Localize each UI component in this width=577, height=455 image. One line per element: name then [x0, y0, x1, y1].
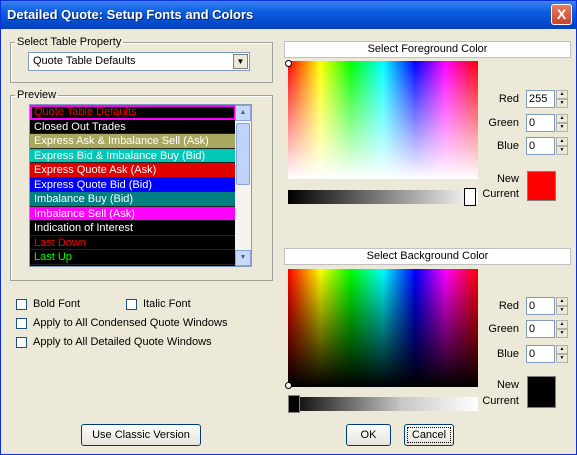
preview-list-item[interactable]: Express Quote Bid (Bid) [30, 177, 236, 192]
spin-down-icon[interactable]: ▼ [556, 123, 568, 132]
spin-down-icon[interactable]: ▼ [556, 306, 568, 315]
table-property-value: Quote Table Defaults [33, 55, 136, 67]
title-bar[interactable]: Detailed Quote: Setup Fonts and Colors X [1, 1, 576, 29]
fg-red-stepper[interactable]: 255 ▲ ▼ [526, 90, 568, 108]
spin-up-icon[interactable]: ▲ [556, 345, 568, 354]
spin-down-icon[interactable]: ▼ [556, 329, 568, 338]
cancel-button[interactable]: Cancel [404, 424, 454, 446]
spin-down-icon[interactable]: ▼ [556, 146, 568, 155]
bg-green-input[interactable]: 0 [526, 320, 555, 338]
spin-up-icon[interactable]: ▲ [556, 114, 568, 123]
chevron-down-icon[interactable]: ▼ [233, 54, 248, 69]
background-luminance-bar[interactable] [288, 397, 478, 411]
bg-blue-label: Blue [496, 348, 519, 360]
foreground-color-spectrum[interactable] [288, 61, 478, 179]
preview-scrollbar[interactable]: ▲ ▼ [235, 105, 251, 266]
fg-new-label: New [496, 173, 519, 185]
spin-up-icon[interactable]: ▲ [556, 320, 568, 329]
window-title: Detailed Quote: Setup Fonts and Colors [7, 7, 254, 22]
italic-font-checkbox[interactable] [126, 299, 137, 310]
table-property-select[interactable]: Quote Table Defaults ▼ [28, 52, 250, 71]
bold-font-label: Bold Font [33, 298, 81, 310]
preview-listbox[interactable]: Quote Table Defaults Closed Out Trades Exp… [29, 104, 252, 267]
spin-up-icon[interactable]: ▲ [556, 137, 568, 146]
background-picker-marker[interactable] [285, 382, 292, 389]
spin-up-icon[interactable]: ▲ [556, 90, 568, 99]
foreground-picker-marker[interactable] [285, 60, 292, 67]
preview-list-item[interactable]: Imbalance Sell (Ask) [30, 206, 236, 221]
fg-current-label: Current [482, 188, 519, 200]
foreground-luminance-bar[interactable] [288, 190, 478, 204]
fg-green-input[interactable]: 0 [526, 114, 555, 132]
preview-list-item[interactable]: Express Bid & Imbalance Buy (Bid) [30, 148, 236, 163]
italic-font-label: Italic Font [143, 298, 191, 310]
background-color-spectrum[interactable] [288, 269, 478, 387]
background-heading: Select Background Color [284, 248, 571, 265]
bg-green-label: Green [488, 323, 519, 335]
table-property-legend: Select Table Property [17, 36, 122, 48]
preview-list: Quote Table Defaults Closed Out Trades Exp… [30, 105, 236, 265]
bg-green-stepper[interactable]: 0 ▲ ▼ [526, 320, 568, 338]
scroll-down-icon[interactable]: ▼ [235, 250, 251, 266]
scroll-thumb[interactable] [236, 123, 250, 185]
fg-blue-label: Blue [496, 140, 519, 152]
bg-current-label: Current [482, 395, 519, 407]
bold-font-checkbox[interactable] [16, 299, 27, 310]
preview-list-item[interactable]: Indication of Interest [30, 221, 236, 236]
bg-red-stepper[interactable]: 0 ▲ ▼ [526, 297, 568, 315]
close-button[interactable]: X [551, 4, 572, 25]
preview-list-item[interactable]: Closed Out Trades [30, 119, 236, 134]
preview-list-item[interactable]: Quote Table Defaults [30, 105, 236, 120]
close-icon: X [556, 6, 567, 22]
spin-down-icon[interactable]: ▼ [556, 99, 568, 108]
preview-list-item[interactable]: Express Ask & Imbalance Sell (Ask) [30, 134, 236, 149]
preview-list-item[interactable]: Last Up [30, 250, 236, 265]
foreground-heading: Select Foreground Color [284, 41, 571, 58]
fg-red-input[interactable]: 255 [526, 90, 555, 108]
apply-condensed-checkbox[interactable] [16, 318, 27, 329]
bg-new-label: New [496, 379, 519, 391]
fg-blue-input[interactable]: 0 [526, 137, 555, 155]
apply-condensed-label: Apply to All Condensed Quote Windows [33, 317, 228, 329]
fg-blue-stepper[interactable]: 0 ▲ ▼ [526, 137, 568, 155]
ok-button[interactable]: OK [346, 424, 391, 446]
background-luminance-thumb[interactable] [288, 395, 300, 413]
fg-red-label: Red [498, 93, 519, 105]
background-color-swatch [527, 376, 556, 408]
spin-up-icon[interactable]: ▲ [556, 297, 568, 306]
apply-detailed-label: Apply to All Detailed Quote Windows [33, 336, 212, 348]
fg-green-label: Green [488, 117, 519, 129]
preview-list-item[interactable]: Last Down [30, 235, 236, 250]
dialog-window: Detailed Quote: Setup Fonts and Colors X… [0, 0, 577, 455]
use-classic-version-button[interactable]: Use Classic Version [81, 424, 201, 446]
apply-detailed-checkbox[interactable] [16, 337, 27, 348]
spin-down-icon[interactable]: ▼ [556, 354, 568, 363]
preview-list-item[interactable]: Imbalance Buy (Bid) [30, 192, 236, 207]
bg-red-label: Red [498, 300, 519, 312]
foreground-color-swatch [527, 171, 556, 201]
scroll-up-icon[interactable]: ▲ [235, 105, 251, 121]
bg-blue-stepper[interactable]: 0 ▲ ▼ [526, 345, 568, 363]
preview-legend: Preview [17, 89, 57, 101]
bg-blue-input[interactable]: 0 [526, 345, 555, 363]
fg-green-stepper[interactable]: 0 ▲ ▼ [526, 114, 568, 132]
preview-list-item[interactable]: Express Quote Ask (Ask) [30, 163, 236, 178]
bg-red-input[interactable]: 0 [526, 297, 555, 315]
